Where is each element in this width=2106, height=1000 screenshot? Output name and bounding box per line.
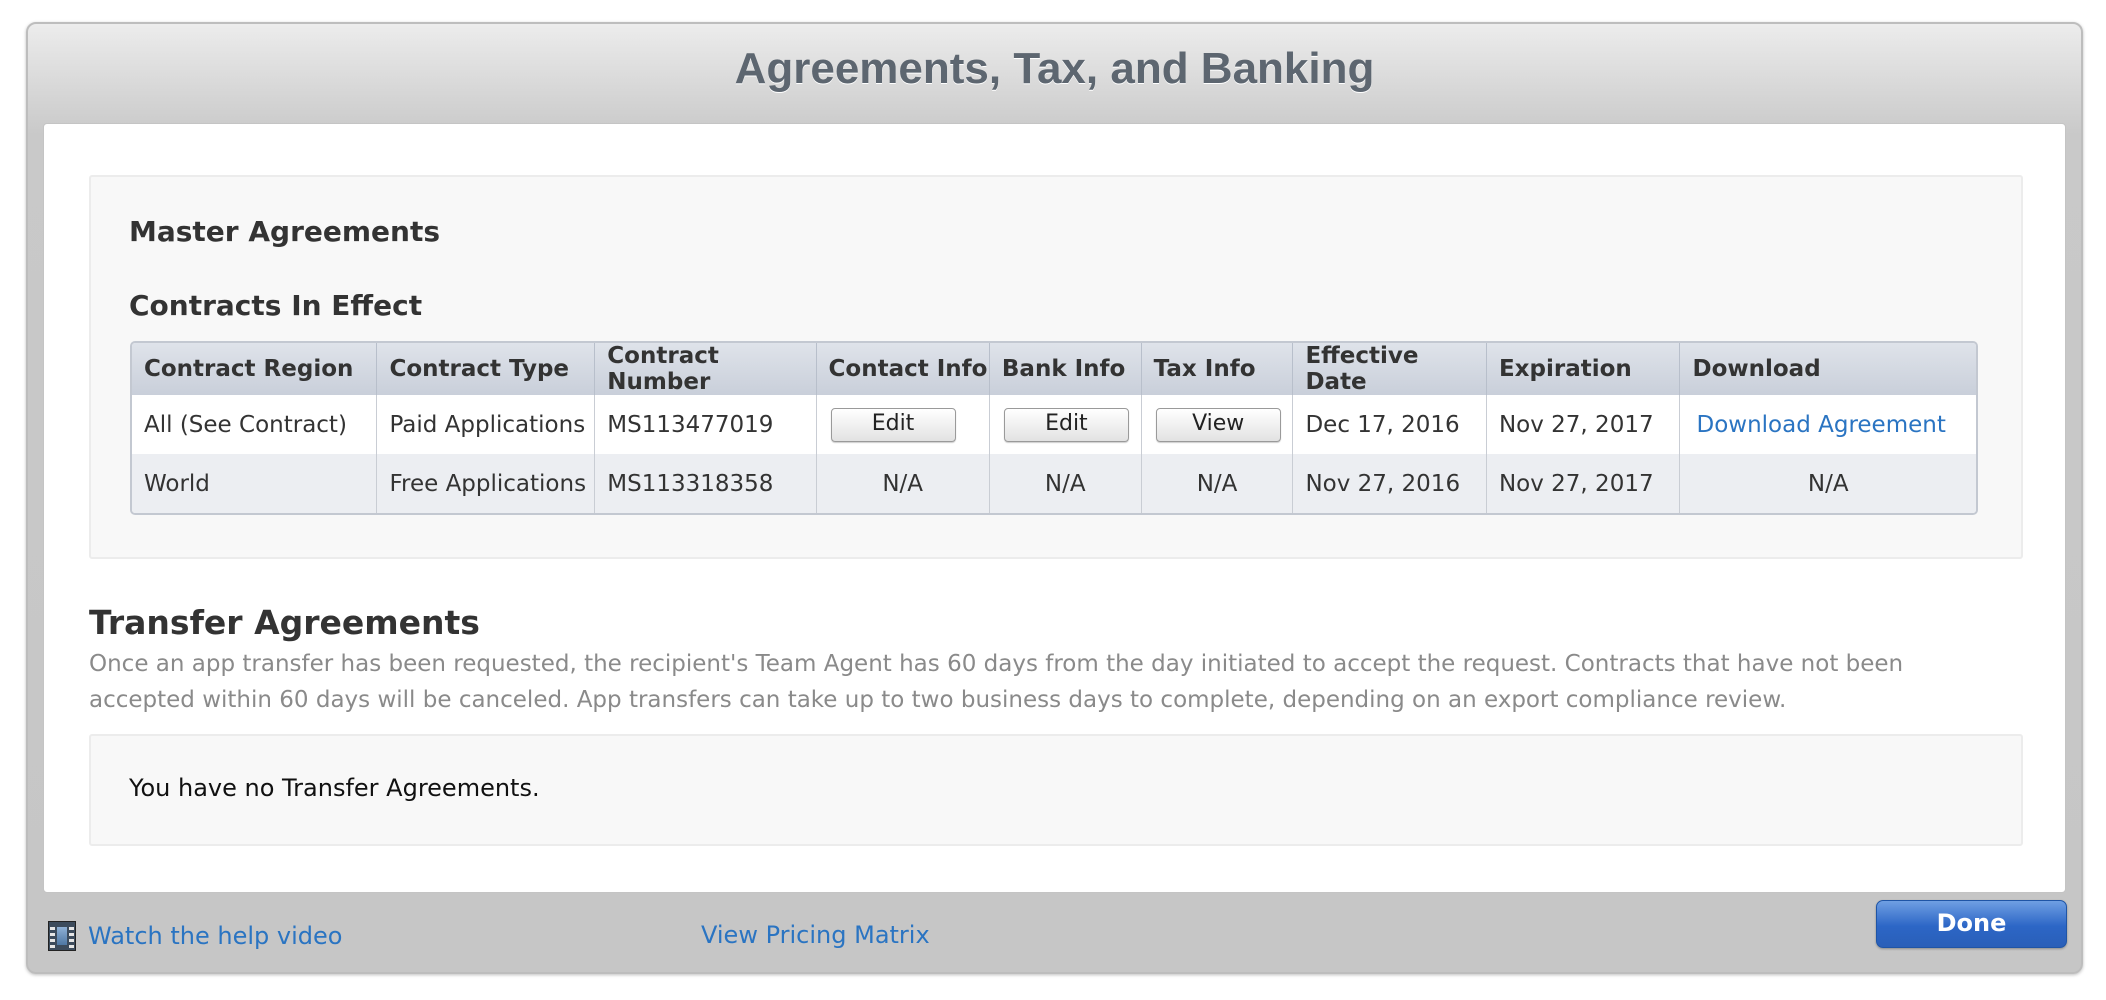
column-header: Contract Region bbox=[132, 343, 378, 395]
window-title: Agreements, Tax, and Banking bbox=[734, 44, 1375, 93]
transfer-description: Once an app transfer has been requested,… bbox=[89, 651, 1904, 713]
film-icon bbox=[48, 921, 76, 951]
view-pricing-matrix-link[interactable]: View Pricing Matrix bbox=[701, 921, 930, 949]
bank-info-cell: N/A bbox=[989, 454, 1142, 513]
help-video-link-group[interactable]: Watch the help video bbox=[48, 921, 342, 951]
column-header: Bank Info bbox=[989, 343, 1142, 395]
contract-type-cell: Paid Applications bbox=[377, 395, 596, 454]
no-transfer-message: You have no Transfer Agreements. bbox=[129, 774, 540, 802]
table-row: All (See Contract) Paid Applications MS1… bbox=[132, 395, 1976, 454]
contract-number-cell: MS113318358 bbox=[595, 454, 817, 513]
contract-type-cell: Free Applications bbox=[377, 454, 596, 513]
column-header: Download bbox=[1680, 343, 1976, 395]
tax-info-cell: N/A bbox=[1141, 454, 1294, 513]
download-cell: N/A bbox=[1680, 454, 1976, 513]
contract-region-cell: All (See Contract) bbox=[132, 395, 378, 454]
download-agreement-link[interactable]: Download Agreement bbox=[1696, 412, 1945, 438]
column-header: Tax Info bbox=[1141, 343, 1294, 395]
transfer-agreements-heading: Transfer Agreements bbox=[89, 603, 480, 642]
done-button[interactable]: Done bbox=[1876, 900, 2067, 948]
effective-date-cell: Nov 27, 2016 bbox=[1293, 454, 1487, 513]
contact-info-cell: N/A bbox=[816, 454, 990, 513]
contract-number-cell: MS113477019 bbox=[595, 395, 817, 454]
edit-bank-info-button[interactable]: Edit bbox=[1003, 407, 1129, 442]
column-header: Expiration bbox=[1486, 343, 1681, 395]
contract-region-cell: World bbox=[132, 454, 378, 513]
master-agreements-panel: Master Agreements Contracts In Effect Co… bbox=[89, 175, 2023, 559]
master-agreements-heading: Master Agreements bbox=[129, 215, 441, 248]
column-header: Contract Type bbox=[377, 343, 596, 395]
view-tax-info-button[interactable]: View bbox=[1155, 407, 1281, 442]
content-area: Master Agreements Contracts In Effect Co… bbox=[43, 123, 2066, 893]
expiration-cell: Nov 27, 2017 bbox=[1486, 395, 1681, 454]
expiration-cell: Nov 27, 2017 bbox=[1486, 454, 1681, 513]
table-header-row: Contract Region Contract Type Contract N… bbox=[132, 343, 1976, 395]
table-row: World Free Applications MS113318358 N/A … bbox=[132, 454, 1976, 513]
transfer-agreements-panel: You have no Transfer Agreements. bbox=[89, 734, 2023, 846]
effective-date-cell: Dec 17, 2016 bbox=[1293, 395, 1487, 454]
column-header: Contact Info bbox=[816, 343, 990, 395]
contracts-in-effect-heading: Contracts In Effect bbox=[129, 289, 423, 322]
tax-info-cell: View bbox=[1141, 395, 1294, 454]
contracts-table: Contract Region Contract Type Contract N… bbox=[130, 341, 1978, 515]
download-cell: Download Agreement bbox=[1680, 395, 1976, 454]
contact-info-cell: Edit bbox=[816, 395, 990, 454]
edit-contact-info-button[interactable]: Edit bbox=[830, 407, 956, 442]
column-header: Contract Number bbox=[595, 343, 817, 395]
column-header: Effective Date bbox=[1293, 343, 1487, 395]
agreements-window: Agreements, Tax, and Banking Master Agre… bbox=[26, 22, 2083, 974]
watch-help-video-link[interactable]: Watch the help video bbox=[88, 922, 342, 950]
bank-info-cell: Edit bbox=[989, 395, 1142, 454]
